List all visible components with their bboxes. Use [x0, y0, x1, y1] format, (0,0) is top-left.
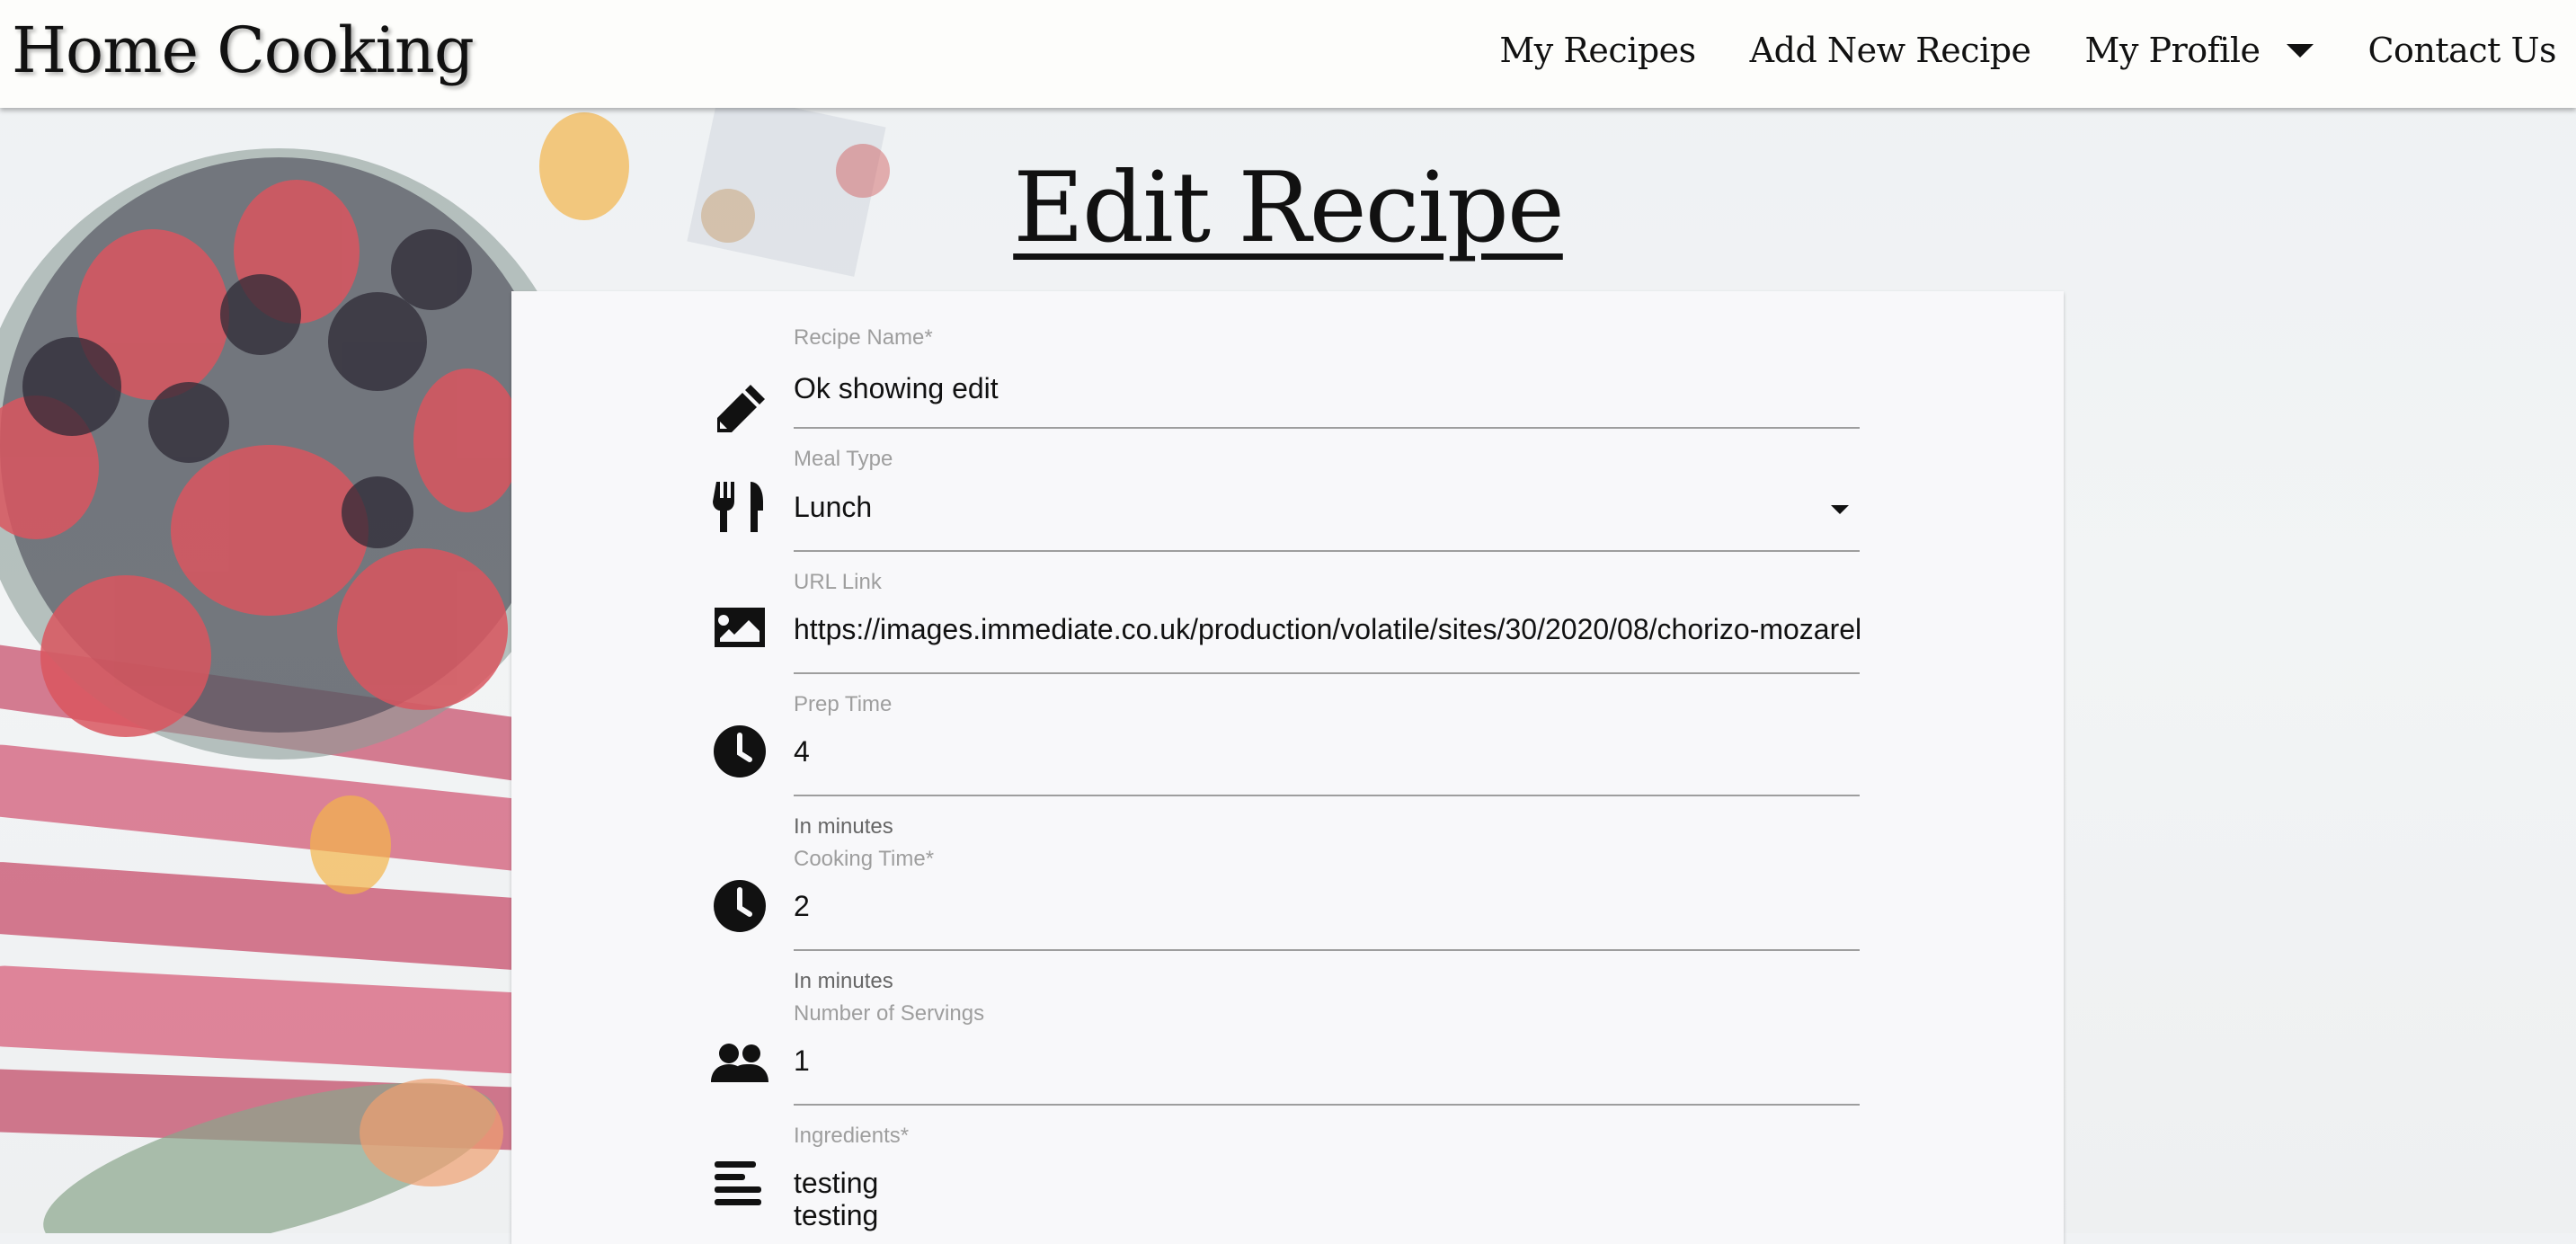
ingredients-textarea[interactable]: testing testing	[794, 1167, 1860, 1231]
ingredients-line: testing	[794, 1199, 879, 1231]
nav-item-label: My Profile	[2084, 31, 2261, 70]
nav-links: My Recipes Add New Recipe My Profile Con…	[1445, 23, 2556, 77]
nav-item-label: Contact Us	[2367, 31, 2556, 70]
prep-time-underline	[794, 795, 1860, 796]
cooking-time-helper: In minutes	[794, 969, 893, 993]
prep-time-helper: In minutes	[794, 814, 893, 839]
users-icon	[711, 1032, 768, 1089]
ingredients-label: Ingredients*	[794, 1124, 910, 1148]
prep-time-label: Prep Time	[794, 692, 893, 716]
clock-icon	[711, 723, 768, 780]
recipe-name-label: Recipe Name*	[794, 325, 933, 350]
servings-input[interactable]: 1	[794, 1044, 1860, 1078]
cooking-time-input[interactable]: 2	[794, 890, 1860, 923]
url-link-label: URL Link	[794, 570, 882, 594]
image-icon	[711, 599, 768, 656]
nav-item-add-new-recipe[interactable]: Add New Recipe	[1750, 31, 2031, 70]
nav-item-my-recipes[interactable]: My Recipes	[1499, 31, 1696, 70]
recipe-name-underline	[794, 427, 1860, 429]
cooking-time-label: Cooking Time*	[794, 847, 935, 871]
clock-icon	[711, 877, 768, 935]
servings-underline	[794, 1104, 1860, 1106]
cooking-time-underline	[794, 949, 1860, 951]
prep-time-input[interactable]: 4	[794, 735, 1860, 769]
edit-recipe-form: Recipe Name* Ok showing edit Meal Type L…	[511, 291, 2064, 1244]
navbar: Home Cooking My Recipes Add New Recipe M…	[0, 0, 2576, 108]
servings-label: Number of Servings	[794, 1001, 985, 1026]
brand-logo[interactable]: Home Cooking	[12, 7, 475, 93]
utensils-icon	[711, 478, 768, 536]
nav-item-contact-us[interactable]: Contact Us	[2367, 31, 2556, 70]
url-link-input[interactable]: https://images.immediate.co.uk/productio…	[794, 613, 1860, 646]
url-link-underline	[794, 672, 1860, 674]
meal-type-underline	[794, 550, 1860, 552]
meal-type-label: Meal Type	[794, 447, 893, 471]
pencil-icon	[711, 381, 768, 439]
nav-item-label: Add New Recipe	[1749, 31, 2031, 70]
nav-item-my-profile[interactable]: My Profile	[2085, 31, 2314, 70]
ingredients-line: testing	[794, 1167, 879, 1199]
meal-type-select[interactable]: Lunch	[794, 491, 1860, 524]
page-title: Edit Recipe	[1013, 152, 1565, 264]
chevron-down-icon[interactable]	[1831, 505, 1849, 514]
caret-down-icon	[2287, 43, 2314, 58]
list-icon	[711, 1156, 768, 1213]
nav-item-label: My Recipes	[1499, 31, 1696, 70]
recipe-name-input[interactable]: Ok showing edit	[794, 372, 1860, 405]
